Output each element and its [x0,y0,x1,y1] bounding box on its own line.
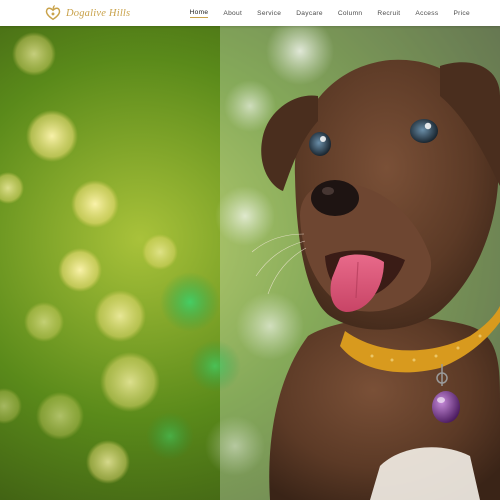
brand-logo-link[interactable]: Dogalive Hills [44,4,130,22]
nav-home[interactable]: Home [189,9,209,18]
nav-price[interactable]: Price [453,10,470,17]
nav-service[interactable]: Service [257,10,281,17]
puppy-photo [0,26,500,500]
nav-column[interactable]: Column [338,10,363,17]
main-nav: Home About Service Daycare Column Recrui… [175,0,470,26]
hero-image [0,26,500,500]
nav-access[interactable]: Access [415,10,438,17]
brand-name: Dogalive Hills [66,7,131,19]
nav-about[interactable]: About [223,10,242,17]
heart-leaf-logo-icon [45,4,61,21]
nav-daycare[interactable]: Daycare [296,10,323,17]
site-header: Dogalive Hills Home About Service Daycar… [0,0,500,26]
nav-recruit[interactable]: Recruit [377,10,400,17]
